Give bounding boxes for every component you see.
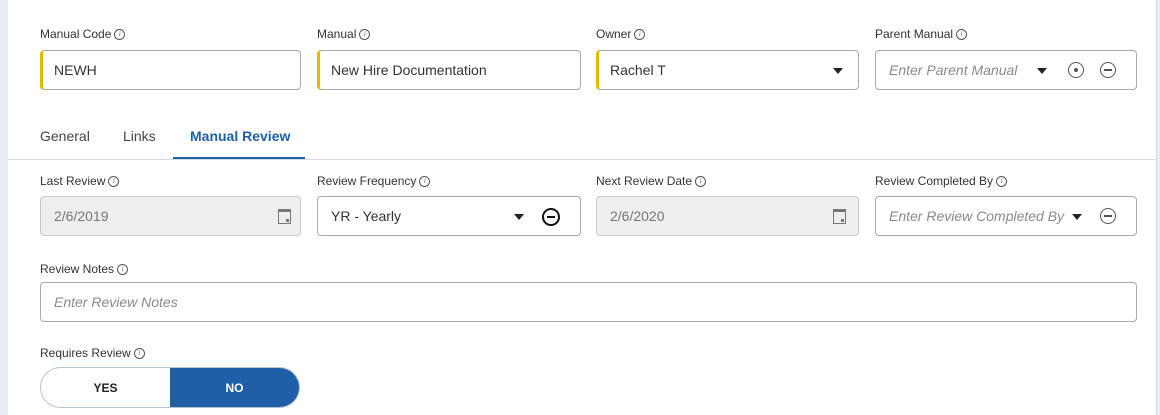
review-notes-label: Review Notes i <box>40 262 129 276</box>
requires-review-toggle[interactable]: YES NO <box>40 367 300 408</box>
tab-manual-review[interactable]: Manual Review <box>190 128 290 144</box>
calendar-icon[interactable] <box>278 209 291 224</box>
review-frequency-select[interactable]: YR - Yearly <box>317 196 581 236</box>
review-frequency-label: Review Frequency i <box>317 174 431 188</box>
manual-input[interactable]: New Hire Documentation <box>317 50 581 90</box>
review-notes-input[interactable]: Enter Review Notes <box>40 282 1137 322</box>
clear-icon[interactable] <box>1100 208 1116 224</box>
manual-label: Manual i <box>317 27 371 41</box>
info-icon: i <box>114 28 126 40</box>
clear-icon[interactable] <box>542 208 560 226</box>
toggle-yes-option[interactable]: YES <box>41 368 170 407</box>
dropdown-caret-icon[interactable] <box>1072 214 1082 220</box>
info-icon: i <box>117 263 129 275</box>
review-completed-by-select[interactable]: Enter Review Completed By <box>875 196 1137 236</box>
tab-general[interactable]: General <box>40 128 90 144</box>
info-icon: i <box>359 28 371 40</box>
info-icon: i <box>419 175 431 187</box>
select-target-icon[interactable] <box>1068 62 1084 78</box>
next-review-date-input[interactable]: 2/6/2020 <box>596 196 859 236</box>
dropdown-caret-icon[interactable] <box>514 214 524 220</box>
manual-form-panel: Manual Code i Manual i Owner i Parent Manua… <box>8 0 1157 415</box>
last-review-date-input[interactable]: 2/6/2019 <box>40 196 301 236</box>
info-icon: i <box>996 175 1008 187</box>
info-icon: i <box>634 28 646 40</box>
info-icon: i <box>956 28 968 40</box>
owner-label: Owner i <box>596 27 646 41</box>
tabs-divider <box>8 159 1156 160</box>
requires-review-label: Requires Review i <box>40 346 145 360</box>
info-icon: i <box>133 347 145 359</box>
clear-icon[interactable] <box>1100 62 1116 78</box>
next-review-date-label: Next Review Date i <box>596 174 707 188</box>
toggle-no-option[interactable]: NO <box>170 368 299 407</box>
info-icon: i <box>108 175 120 187</box>
dropdown-caret-icon[interactable] <box>833 68 843 74</box>
tab-links[interactable]: Links <box>123 128 156 144</box>
parent-manual-label: Parent Manual i <box>875 27 968 41</box>
review-completed-by-label: Review Completed By i <box>875 174 1008 188</box>
calendar-icon[interactable] <box>833 209 846 224</box>
last-review-label: Last Review i <box>40 174 120 188</box>
owner-select[interactable]: Rachel T <box>596 50 859 90</box>
dropdown-caret-icon[interactable] <box>1037 68 1047 74</box>
manual-code-label: Manual Code i <box>40 27 126 41</box>
manual-code-input[interactable]: NEWH <box>40 50 301 90</box>
parent-manual-select[interactable]: Enter Parent Manual <box>875 50 1137 90</box>
info-icon: i <box>695 175 707 187</box>
